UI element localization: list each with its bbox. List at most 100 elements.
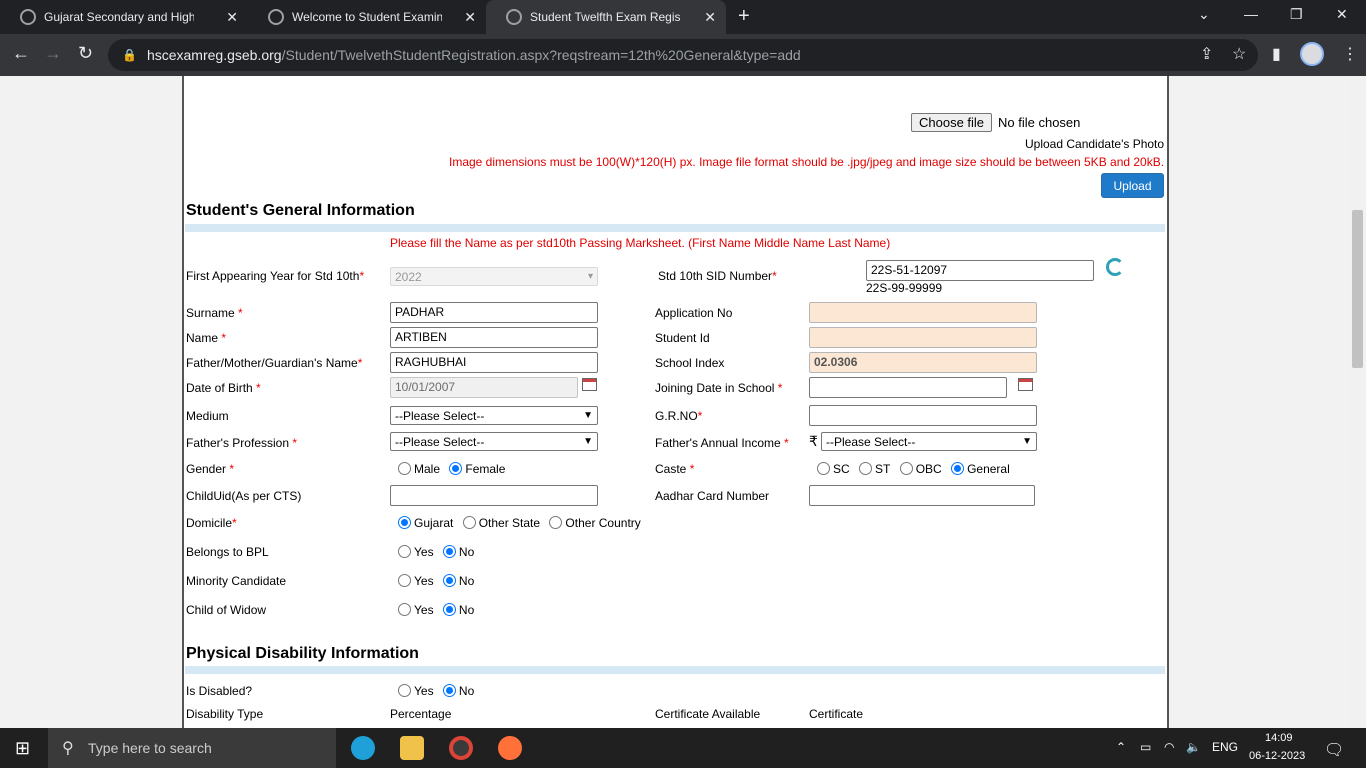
gender-female[interactable]: Female [449,462,505,476]
profession-select[interactable]: --Please Select-- ▼ [390,432,598,451]
caste-sc[interactable]: SC [817,462,850,476]
name-input[interactable]: ARTIBEN [390,327,598,348]
new-tab-button[interactable]: + [738,5,750,28]
address-bar-row: ← → ↻ 🔒 hscexamreg.gseb.org /Student/Twe… [0,34,1366,76]
forward-icon[interactable]: → [44,43,62,64]
back-icon[interactable]: ← [12,43,30,64]
battery-icon[interactable]: ▭ [1140,740,1151,754]
radio-icon[interactable] [442,603,456,616]
medium-select[interactable]: --Please Select-- ▼ [390,406,598,425]
url-field[interactable]: 🔒 hscexamreg.gseb.org /Student/TwelvethS… [108,39,1258,71]
application-input[interactable] [809,302,1037,323]
aadhar-input[interactable] [809,485,1035,506]
aadhar-label: Aadhar Card Number [655,489,770,503]
widow-yes[interactable]: Yes [398,603,434,617]
domicile-gujarat[interactable]: Gujarat [398,516,453,530]
reload-icon[interactable]: ↻ [78,43,93,64]
globe-icon [20,9,36,25]
bookmark-star-icon[interactable]: ☆ [1232,44,1246,64]
chevron-up-icon[interactable]: ⌃ [1116,740,1126,754]
first-year-select[interactable]: 2022 ▾ [390,267,598,286]
calendar-icon[interactable] [582,378,597,391]
close-icon[interactable]: ✕ [464,9,476,26]
tab-registration[interactable]: Student Twelfth Exam Registratio ✕ [486,0,726,34]
calendar-icon[interactable] [1018,378,1033,391]
gender-radio-group: Male Female [398,462,511,476]
school-index-label: School Index [655,356,725,370]
radio-icon[interactable] [462,516,476,529]
guardian-input[interactable]: RAGHUBHAI [390,352,598,373]
minority-yes[interactable]: Yes [398,574,434,588]
radio-icon[interactable] [398,684,411,697]
chrome-icon[interactable] [449,736,473,760]
radio-icon[interactable] [549,516,563,529]
windows-start-icon[interactable]: ⊞ [15,738,30,759]
scrollbar-thumb[interactable] [1352,210,1363,368]
chevron-down-icon: ▼ [583,410,593,421]
radio-icon[interactable] [442,684,456,697]
radio-icon[interactable] [398,545,411,558]
rupee-icon: ₹ [809,433,818,449]
window-close-icon[interactable]: ✕ [1336,6,1348,23]
photo-instructions: Image dimensions must be 100(W)*120(H) p… [449,155,1165,169]
firefox-icon[interactable] [498,736,522,760]
student-id-input[interactable] [809,327,1037,348]
disabled-no[interactable]: No [442,684,474,698]
menu-icon[interactable]: ⋮ [1342,44,1358,64]
close-icon[interactable]: ✕ [226,9,238,26]
choose-file-button[interactable]: Choose file [911,113,993,132]
radio-icon[interactable] [398,603,411,616]
minority-no[interactable]: No [442,574,474,588]
caste-st[interactable]: ST [859,462,890,476]
radio-icon[interactable] [899,462,913,475]
close-icon[interactable]: ✕ [704,9,716,26]
childuid-input[interactable] [390,485,598,506]
minimize-icon[interactable]: — [1244,6,1258,22]
language-indicator[interactable]: ENG [1212,740,1238,754]
radio-icon[interactable] [951,462,965,475]
caste-general[interactable]: General [951,462,1010,476]
radio-icon[interactable] [442,545,456,558]
joining-label: Joining Date in School * [655,381,783,395]
joining-input[interactable] [809,377,1007,398]
bpl-yes[interactable]: Yes [398,545,434,559]
refresh-icon[interactable] [1106,258,1124,276]
radio-icon[interactable] [859,462,873,475]
domicile-other-state[interactable]: Other State [462,516,540,530]
clock-time[interactable]: 14:09 [1265,732,1293,744]
dob-input[interactable]: 10/01/2007 [390,377,578,398]
caste-obc[interactable]: OBC [899,462,942,476]
sid-input[interactable]: 22S-51-12097 [866,260,1094,281]
radio-icon[interactable] [398,516,411,529]
restore-icon[interactable]: ❐ [1290,6,1303,23]
clock-date[interactable]: 06-12-2023 [1249,750,1305,762]
file-explorer-icon[interactable] [400,736,424,760]
gender-male[interactable]: Male [398,462,440,476]
surname-input[interactable]: PADHAR [390,302,598,323]
radio-icon[interactable] [398,462,411,475]
radio-icon[interactable] [398,574,411,587]
edge-icon[interactable] [351,736,375,760]
widow-no[interactable]: No [442,603,474,617]
notification-icon[interactable]: 🗨 [1324,740,1344,760]
tab-welcome[interactable]: Welcome to Student Examinatio ✕ [248,0,486,34]
domicile-other-country[interactable]: Other Country [549,516,641,530]
radio-icon[interactable] [449,462,463,475]
wifi-icon[interactable]: ◠ [1164,740,1174,754]
bpl-no[interactable]: No [442,545,474,559]
tab-gseb[interactable]: Gujarat Secondary and Higher Se ✕ [0,0,248,34]
radio-icon[interactable] [817,462,830,475]
grno-input[interactable] [809,405,1037,426]
radio-icon[interactable] [442,574,456,587]
share-icon[interactable]: ⇪ [1200,44,1213,64]
profile-avatar[interactable] [1300,42,1324,66]
disabled-yes[interactable]: Yes [398,684,434,698]
scrollbar[interactable] [1349,76,1366,728]
income-select[interactable]: --Please Select-- ▼ [821,432,1037,451]
school-index-input[interactable]: 02.0306 [809,352,1037,373]
taskbar-search[interactable]: ⚲ Type here to search [48,728,336,768]
volume-icon[interactable]: 🔈 [1186,740,1201,754]
upload-button[interactable]: Upload [1101,173,1164,198]
side-panel-icon[interactable]: ▮ [1272,44,1281,64]
tab-search-icon[interactable]: ⌄ [1198,6,1210,23]
